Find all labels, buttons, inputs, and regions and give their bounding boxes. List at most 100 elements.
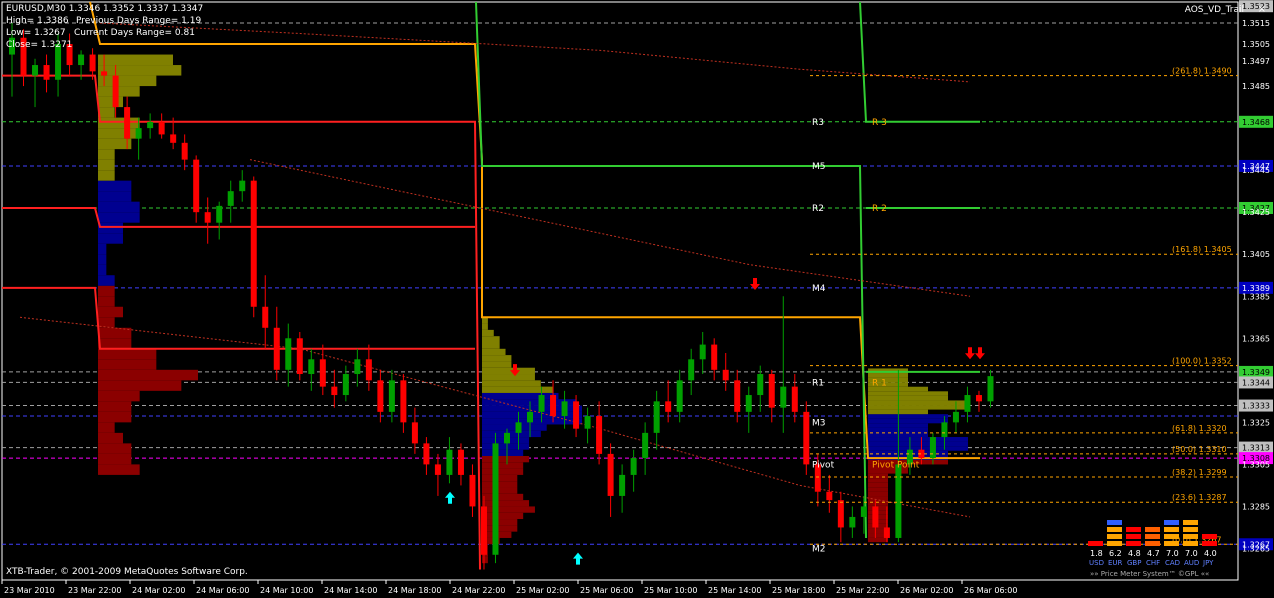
time-axis-label: 24 Mar 02:00 [132,586,185,595]
fib-label: (100.0) 1.3352 [1172,357,1232,366]
volume-profile-bar [98,327,132,339]
volume-profile-bar [482,430,541,438]
high-value: High= 1.3386 [6,16,69,26]
currency-meter-bar [1107,527,1122,532]
currency-meter-bar [1126,534,1141,539]
volume-profile-bar [868,482,888,488]
volume-profile-bar [482,481,518,488]
fib-label: (50.0) 1.3310 [1172,445,1227,454]
pivot-label: M5 [812,162,826,172]
volume-profile-bar [482,355,512,362]
currency-meter-value: 4.8 [1128,549,1141,558]
volume-profile-bar [98,107,115,118]
pivot-point-label: Pivot Point [872,460,920,470]
volume-profile-bar [98,464,140,475]
currency-meter-value: 7.0 [1185,549,1198,558]
volume-profile-bar [98,212,140,223]
candle-body [262,306,269,328]
candle-body [469,474,476,507]
volume-profile-bar [868,446,968,451]
pivot-label: M2 [812,544,826,554]
currency-meter-bar [1164,534,1179,539]
candle-body [308,359,315,375]
volume-profile-bar [868,400,968,406]
candle-body [170,134,177,143]
currency-meter-value: 4.7 [1147,549,1160,558]
copyright-text: XTB-Trader, © 2001-2009 MetaQuotes Softw… [6,567,248,577]
candle-body [331,386,338,396]
currency-meter-bar [1202,541,1217,546]
volume-profile-bar [868,405,968,410]
volume-profile-bar [98,264,107,276]
time-axis-label: 25 Mar 02:00 [516,586,569,595]
time-axis-label: 25 Mar 22:00 [836,586,889,595]
volume-profile-bar [98,75,157,87]
volume-profile-bar [868,391,948,396]
close-icon[interactable]: × [1258,4,1266,15]
close-value: Close= 1.3271 [6,40,73,50]
currency-meter-value: 4.0 [1204,549,1217,558]
buy-arrow-icon [445,491,455,504]
price-axis-label: 1.3325 [1242,418,1270,427]
pivot-point-label: R 2 [872,204,887,214]
currency-meter-bar [1202,534,1217,539]
currency-meter-bar [1126,527,1141,532]
prev-range-value: Previous Days Range= 1.19 [76,16,202,26]
candle-body [711,344,718,370]
currency-meter-value: 6.2 [1109,549,1122,558]
candle-body [803,411,810,465]
currency-meter-bar [1126,541,1141,546]
candle-body [434,464,441,475]
price-axis-label: 1.3349 [1242,368,1270,377]
candle-body [872,506,879,528]
time-axis-label: 24 Mar 06:00 [196,586,249,595]
candle-body [941,422,948,438]
time-axis-label: 26 Mar 02:00 [900,586,953,595]
candle-body [388,380,395,412]
currency-meter-caption: »» Price Meter System™ ©GPL «« [1090,570,1209,578]
volume-profile-bar [482,500,530,507]
fib-label: (23.6) 1.3287 [1172,493,1227,502]
candle-body [354,359,361,375]
candle-body [653,401,660,433]
volume-profile-bar [98,191,132,202]
candle-body [791,386,798,412]
candle-body [837,500,844,528]
volume-profile-bar [868,373,908,378]
volume-profile-bar [98,86,140,97]
volume-profile-bar [98,348,157,360]
volume-profile-bar [868,441,968,447]
candle-body [780,386,787,408]
time-axis-label: 23 Mar 2010 [4,586,55,595]
pivot-point-label: R 1 [872,378,887,388]
volume-profile-bar [98,359,157,370]
volume-profile-bar [482,512,524,520]
volume-profile-bar [482,493,524,501]
candle-body [504,432,510,444]
volume-profile-bar [482,449,524,456]
currency-meter-bar [1164,541,1179,546]
volume-profile-bar [482,380,541,387]
candle-body [573,401,580,429]
moving-average-line [99,22,971,83]
time-axis-label: 25 Mar 14:00 [708,586,761,595]
volume-profile-bar [482,474,518,482]
volume-profile-bar [98,54,173,66]
candle-body [584,416,591,429]
volume-profile-bar [482,443,530,450]
volume-profile-bar [482,336,500,343]
volume-profile-bar [98,306,123,318]
volume-profile-bar [98,170,115,181]
cur-range-value: Current Days Range= 0.81 [74,28,195,38]
volume-profile-bar [98,338,132,349]
price-chart[interactable]: R3 M5 R2 M4 R1 M3 Pivot M2 R 3 R 2 R 1 Pivot Point (… [0,0,1274,598]
volume-profile-bar [98,201,140,213]
volume-profile-bar [868,537,888,543]
price-axis-label: 1.3385 [1242,292,1270,301]
candle-body [665,401,672,412]
currency-meter-code: CAD [1165,559,1180,567]
candle-body [193,159,200,213]
candle-body [101,71,108,76]
currency-meter-bar [1145,534,1160,539]
symbol-quote: EURUSD,M30 1.3346 1.3352 1.3337 1.3347 [6,4,204,14]
